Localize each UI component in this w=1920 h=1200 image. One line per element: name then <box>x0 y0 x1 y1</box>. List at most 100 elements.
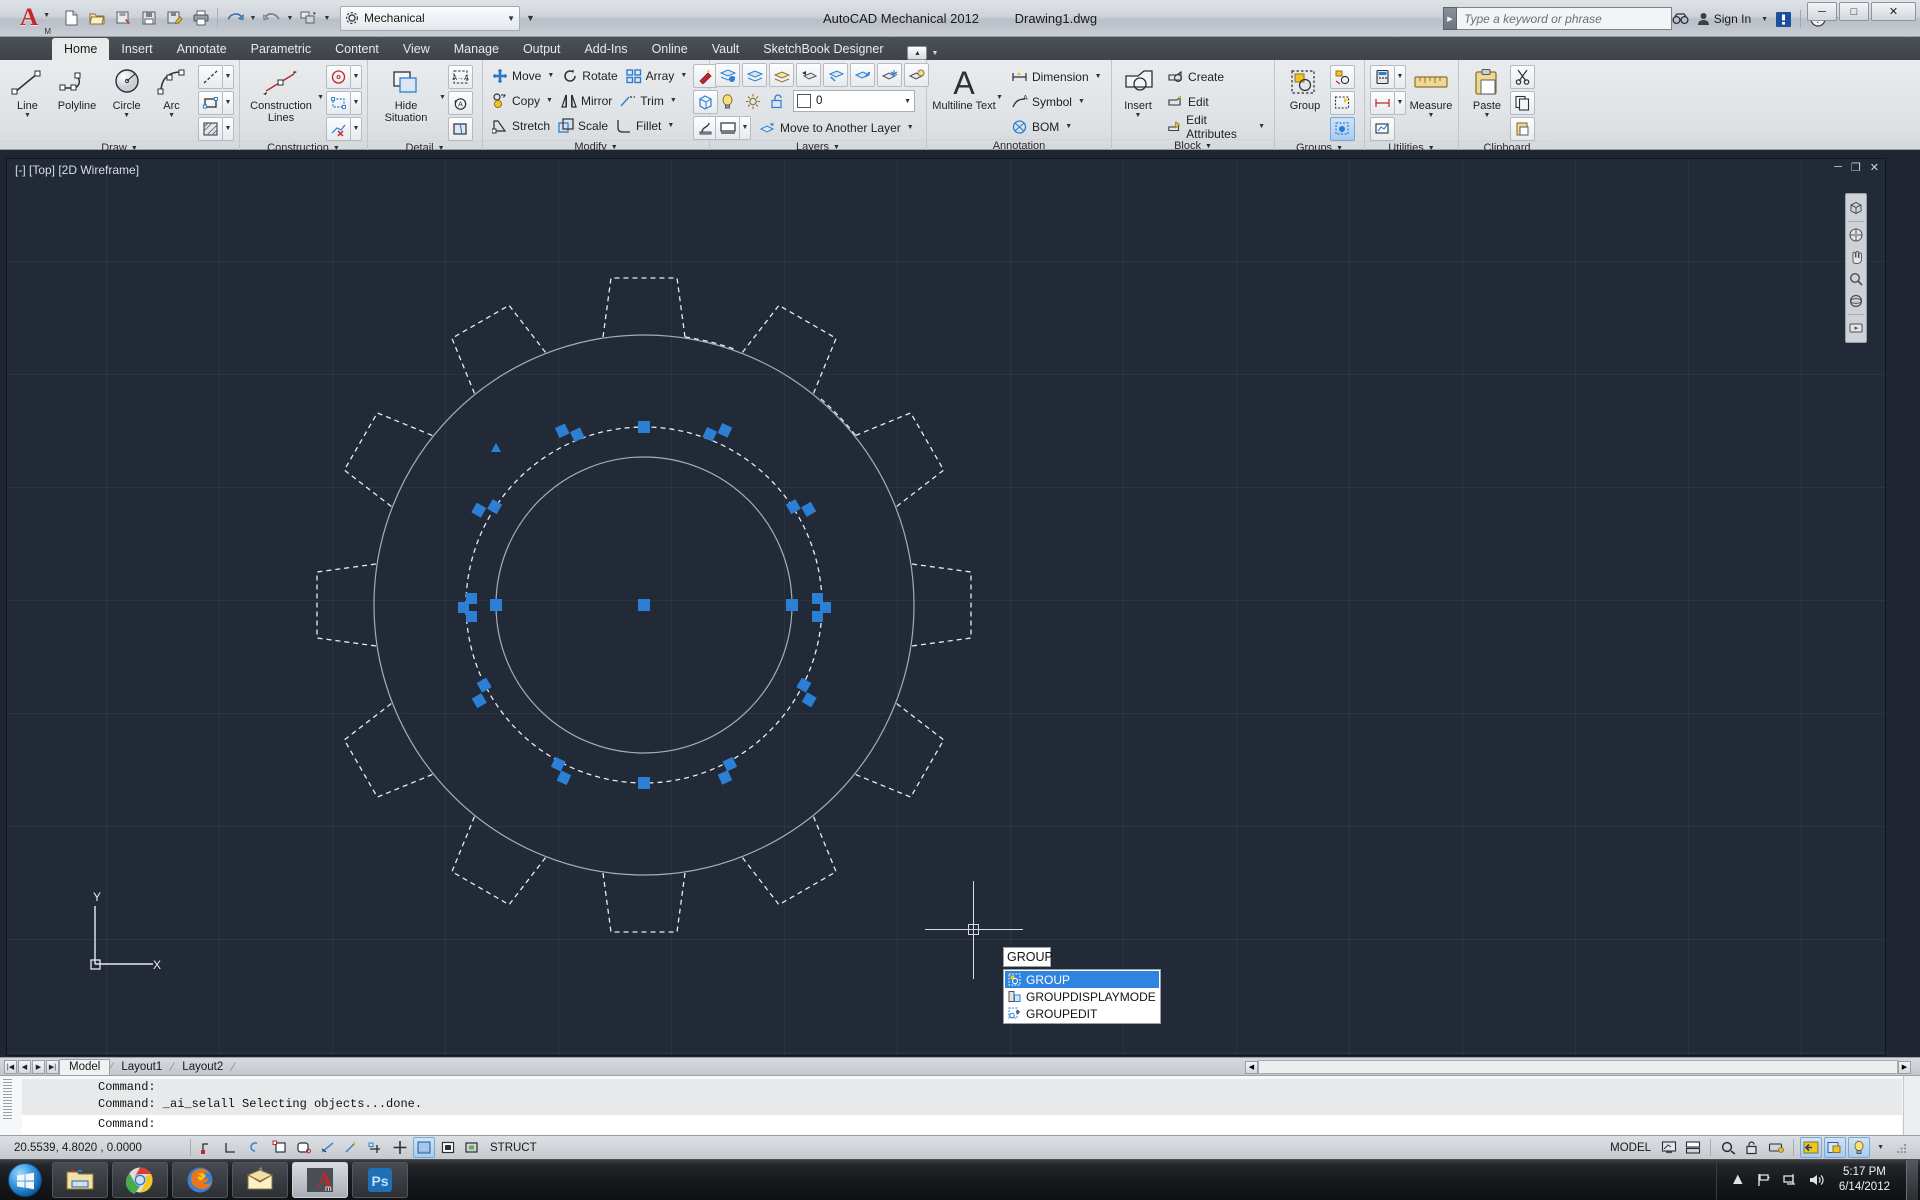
pan-icon[interactable] <box>1849 246 1863 268</box>
edit-attributes-button[interactable]: Edit Attributes ▼ <box>1163 113 1269 141</box>
layer-selector[interactable]: 0 ▼ <box>793 90 915 112</box>
plot-icon[interactable] <box>188 5 213 31</box>
group-edit-icon[interactable] <box>1330 90 1355 115</box>
command-option-groupedit[interactable]: GROUPEDIT <box>1005 1005 1159 1022</box>
tab-add-ins[interactable]: Add-Ins <box>572 38 639 60</box>
next-layout-button[interactable]: ▶ <box>32 1059 45 1074</box>
navigation-bar[interactable] <box>1845 193 1867 343</box>
tab-sketchbook-designer[interactable]: SketchBook Designer <box>751 38 895 60</box>
tab-vault[interactable]: Vault <box>700 38 752 60</box>
network-flag-icon[interactable] <box>1753 1169 1775 1191</box>
search-input[interactable]: Type a keyword or phrase <box>1457 7 1672 30</box>
group-button[interactable]: Group <box>1280 64 1330 112</box>
redo-icon[interactable] <box>259 5 284 31</box>
rectangle-icon[interactable] <box>197 90 223 115</box>
distance-icon[interactable] <box>1370 90 1395 115</box>
draw-arc-button[interactable]: Arc ▼ <box>149 64 194 119</box>
tab-parametric[interactable]: Parametric <box>239 38 323 60</box>
copy-clip-icon[interactable] <box>1510 90 1535 115</box>
command-prompt-line[interactable]: Command: <box>22 1115 1902 1134</box>
volume-icon[interactable] <box>1805 1169 1827 1191</box>
modify-stretch-button[interactable]: Stretch <box>488 113 554 138</box>
model-space-label[interactable]: MODEL <box>1604 1142 1657 1154</box>
isolate-objects-icon[interactable] <box>1800 1137 1823 1158</box>
chevron-down-icon[interactable]: ▼ <box>1484 112 1491 119</box>
break-out-icon[interactable] <box>447 116 473 141</box>
chevron-down-icon[interactable]: ▼ <box>1135 112 1142 119</box>
maximize-button[interactable]: □ <box>1839 2 1869 21</box>
polar-tracking-icon[interactable] <box>293 1137 315 1158</box>
application-menu-button[interactable]: A M ▼ <box>6 0 52 36</box>
photoshop-icon[interactable]: Ps <box>352 1162 408 1198</box>
layout-tab-model[interactable]: Model <box>59 1058 111 1075</box>
clean-screen-icon[interactable] <box>1848 1137 1871 1158</box>
search-icon[interactable] <box>1669 8 1692 30</box>
chevron-down-icon[interactable]: ▼ <box>123 112 130 119</box>
dynamic-input-icon[interactable] <box>413 1137 435 1158</box>
mail-icon[interactable] <box>232 1162 288 1198</box>
coordinate-display[interactable]: 20.5539, 4.8020 , 0.0000 <box>0 1142 185 1154</box>
lineweight-icon[interactable] <box>437 1137 459 1158</box>
chevron-down-icon[interactable]: ▼ <box>222 116 234 141</box>
dynamic-ucs-icon[interactable] <box>389 1137 411 1158</box>
showmotion-icon[interactable] <box>1849 317 1863 339</box>
command-suggestion-list[interactable]: GROUP GROUPDISPLAYMODE GROUPEDIT <box>1003 969 1161 1024</box>
autodesk-exchange-icon[interactable] <box>1773 8 1794 30</box>
modify-move-button[interactable]: Move ▼ <box>488 63 558 88</box>
transparency-icon[interactable] <box>461 1137 483 1158</box>
hide-situation-button[interactable]: Hide Situation <box>373 64 439 124</box>
draw-circle-button[interactable]: Circle ▼ <box>104 64 149 119</box>
struct-label[interactable]: STRUCT <box>484 1142 543 1154</box>
ribbon-minimize-control[interactable]: ▲ ▼ <box>907 46 938 60</box>
tab-view[interactable]: View <box>391 38 442 60</box>
show-hidden-icons-arrow[interactable]: ▲ <box>1727 1169 1749 1191</box>
undo-icon[interactable] <box>222 5 247 31</box>
chevron-down-icon[interactable]: ▼ <box>351 116 362 141</box>
model-viewport[interactable]: [-] [Top] [2D Wireframe] ─ ❐ ✕ Y X GROUP… <box>6 158 1886 1056</box>
firefox-icon[interactable] <box>172 1162 228 1198</box>
command-vertical-scrollbar[interactable] <box>1903 1076 1920 1136</box>
save-edit-icon[interactable] <box>162 5 187 31</box>
construction-lines-button[interactable]: Construction Lines <box>245 64 317 124</box>
layer-isolate-icon[interactable] <box>823 63 848 87</box>
viewport-layer-icon[interactable] <box>715 115 740 140</box>
modify-rotate-button[interactable]: Rotate <box>558 63 621 88</box>
model-space-icon[interactable] <box>1658 1137 1680 1158</box>
status-overflow-icon[interactable]: ▼ <box>1871 1144 1890 1151</box>
dimension-button[interactable]: Dimension ▼ <box>1007 64 1106 89</box>
modify-trim-button[interactable]: Trim ▼ <box>616 88 680 113</box>
object-snap-icon[interactable] <box>317 1137 339 1158</box>
tab-insert[interactable]: Insert <box>109 38 164 60</box>
id-point-icon[interactable] <box>1370 116 1395 141</box>
osnap-tracking-icon[interactable] <box>341 1137 363 1158</box>
modify-copy-button[interactable]: Copy ▼ <box>488 88 557 113</box>
resize-grip-icon[interactable] <box>1891 1137 1913 1158</box>
first-layout-button[interactable]: |◀ <box>4 1059 17 1074</box>
chevron-down-icon[interactable]: ▼ <box>1428 112 1435 119</box>
delete-construction-icon[interactable] <box>326 116 351 141</box>
qat-overflow-icon[interactable]: ▼ <box>526 13 535 23</box>
group-selection-on-off-icon[interactable] <box>1330 116 1355 141</box>
tab-online[interactable]: Online <box>640 38 700 60</box>
detail-view-icon[interactable]: A→A <box>447 64 473 89</box>
scroll-left-button[interactable]: ◀ <box>1245 1060 1258 1074</box>
search-dropdown-icon[interactable]: ▶ <box>1443 7 1457 30</box>
command-window[interactable]: Command: Command: _ai_selall Selecting o… <box>0 1075 1920 1136</box>
toolbar-lock-icon[interactable] <box>1741 1137 1763 1158</box>
command-option-groupdisplaymode[interactable]: GROUPDISPLAYMODE <box>1005 988 1159 1005</box>
command-autocomplete[interactable]: GROUP GROUP GROUPDISPLAYMODE GROUPEDIT <box>1003 947 1161 1024</box>
chevron-down-icon[interactable]: ▼ <box>222 64 234 89</box>
bom-button[interactable]: BOM ▼ <box>1007 114 1106 139</box>
match-dropdown-icon[interactable]: ▼ <box>322 15 332 22</box>
layout-tab-layout2[interactable]: Layout2 <box>173 1059 232 1075</box>
paste-special-icon[interactable] <box>1510 116 1535 141</box>
save-icon[interactable] <box>136 5 161 31</box>
cut-icon[interactable] <box>1510 64 1535 89</box>
network-icon[interactable] <box>1779 1169 1801 1191</box>
chevron-down-icon[interactable]: ▼ <box>168 112 175 119</box>
layout-tab-layout1[interactable]: Layout1 <box>112 1059 171 1075</box>
saveas-icon[interactable] <box>110 5 135 31</box>
symbol-button[interactable]: A Symbol ▼ <box>1007 89 1106 114</box>
construction-line-icon[interactable] <box>197 64 223 89</box>
chevron-down-icon[interactable]: ▼ <box>351 90 362 115</box>
